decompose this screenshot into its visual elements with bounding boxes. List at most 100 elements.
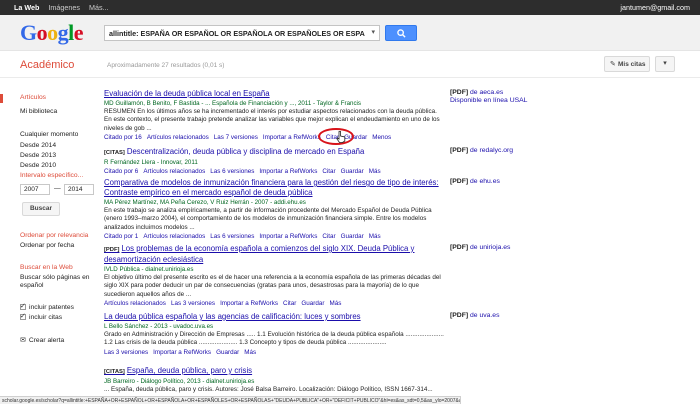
result-title[interactable]: Evaluación de la deuda pública local en … [104,89,444,99]
save-link[interactable]: Guardar [341,168,364,175]
refworks-link[interactable]: Importar a RefWorks [153,349,211,356]
more-link[interactable]: Más [369,233,381,240]
mis-citas-button[interactable]: ✎ Mis citas [604,56,650,72]
time-2014[interactable]: Desde 2014 [20,142,56,149]
cited-by-link[interactable]: Citado por 1 [104,233,138,240]
search-button[interactable] [385,25,417,41]
related-link[interactable]: Artículos relacionados [147,134,209,141]
result-authors: L Bello Sánchez - 2013 - uvadoc.uva.es [104,323,214,330]
versions-link[interactable]: Las 7 versiones [214,134,258,141]
refworks-link[interactable]: Importar a RefWorks [263,134,321,141]
side-full-text-link[interactable]: [PDF] de unirioja.es [450,244,510,251]
result-actions: Citado por 16 Artículos relacionados Las 7… [104,133,444,142]
result-stats: Aproximadamente 27 resultados (0,01 s) [107,62,225,69]
versions-link[interactable]: Las 3 versiones [171,300,215,307]
sort-date[interactable]: Ordenar por fecha [20,242,74,249]
result-actions: Citado por 1 Artículos relacionados Las 6 … [104,232,444,241]
save-link[interactable]: Guardar [341,233,364,240]
result-actions: Las 3 versiones Importar a RefWorks Guarda… [104,348,444,357]
result-snippet: El objetivo último del presente escrito … [104,274,441,298]
result-snippet: RESUMEN En los últimos años se ha increm… [104,108,440,132]
result-snippet: ... España, deuda pública, paro y crisis… [104,386,433,393]
related-link[interactable]: Artículos relacionados [143,168,205,175]
result-title[interactable]: [PDF] Los problemas de la economía españo… [104,244,444,265]
buscar-button[interactable]: Buscar [22,202,60,216]
refworks-link[interactable]: Importar a RefWorks [259,168,317,175]
less-link[interactable]: Menos [372,134,391,141]
versions-link[interactable]: Las 6 versiones [210,168,254,175]
search-spanish-only[interactable]: Buscar sólo páginas en [20,274,90,281]
sidebar-item-mi-biblioteca[interactable]: Mi biblioteca [20,108,57,115]
result-item: [PDF] Los problemas de la economía españo… [104,244,444,308]
top-nav: La Web Imágenes Más... [14,3,109,12]
side-full-text-link[interactable]: [PDF] de aeca.es Disponible en línea USAL [450,89,527,104]
result-title[interactable]: [CITAS] España, deuda pública, paro y cri… [104,366,444,377]
cited-by-link[interactable]: Citado por 6 [104,168,138,175]
result-item: Evaluación de la deuda pública local en … [104,89,444,142]
year-to-input[interactable]: 2014 [64,184,94,195]
more-link[interactable]: Más [369,168,381,175]
side-full-text-link[interactable]: [PDF] de redalyc.org [450,147,513,154]
result-item: Comparativa de modelos de inmunización f… [104,178,444,241]
more-link[interactable]: Más [329,300,341,307]
result-item: [CITAS] España, deuda pública, paro y cri… [104,366,444,394]
result-item: La deuda pública española y las agencias… [104,312,444,357]
envelope-icon: ✉ [20,337,26,344]
result-title[interactable]: Comparativa de modelos de inmunización f… [104,178,444,198]
cite-link[interactable]: Citar [283,300,296,307]
cited-by-link[interactable]: Citado por 16 [104,134,142,141]
save-link[interactable]: Guardar [216,349,239,356]
cite-link[interactable]: Citar [322,233,335,240]
versions-link[interactable]: Las 6 versiones [210,233,254,240]
side-full-text-link[interactable]: [PDF] de uva.es [450,312,500,319]
search-spanish-only-2[interactable]: español [20,282,43,289]
related-link[interactable]: Artículos relacionados [104,300,166,307]
settings-dropdown-button[interactable]: ▾ [655,56,675,72]
related-link[interactable]: Artículos relacionados [143,233,205,240]
create-alert[interactable]: ✉ Crear alerta [20,336,64,344]
library-link[interactable]: Disponible en línea USAL [450,97,527,104]
result-actions: Artículos relacionados Las 3 versiones Imp… [104,299,444,308]
cite-link[interactable]: Citar [322,168,335,175]
checkbox-icon [20,312,26,320]
result-item: [CITAS] Descentralización, deuda pública … [104,147,444,176]
search-web[interactable]: Buscar en la Web [20,264,73,271]
sort-relevance[interactable]: Ordenar por relevancia [20,232,88,239]
result-snippet: En este trabajo se analiza empíricamente… [104,207,432,231]
search-input[interactable]: allintitle: ESPAÑA OR ESPAÑOL OR ESPAÑOL… [104,25,380,41]
versions-link[interactable]: Las 3 versiones [104,349,148,356]
year-from-input[interactable]: 2007 [20,184,50,195]
nav-web[interactable]: La Web [14,3,39,12]
nav-more[interactable]: Más... [89,3,109,12]
include-citations-checkbox[interactable]: incluir citas [20,312,62,321]
result-snippet: Grado en Administración y Dirección de E… [104,331,444,347]
time-2013[interactable]: Desde 2013 [20,152,56,159]
sub-header: Académico Aproximadamente 27 resultados … [0,51,700,78]
include-patents-checkbox[interactable]: incluir patentes [20,302,74,311]
checkbox-icon [20,302,26,310]
more-link[interactable]: Más [244,349,256,356]
refworks-link[interactable]: Importar a RefWorks [220,300,278,307]
time-any[interactable]: Cualquier momento [20,131,78,138]
result-type-tag: [CITAS] [104,369,125,375]
section-title: Académico [20,59,75,71]
result-authors: R Fernández Llera - Innovar, 2011 [104,159,198,166]
active-indicator [0,94,3,103]
time-2010[interactable]: Desde 2010 [20,162,56,169]
nav-images[interactable]: Imágenes [48,3,80,12]
search-dropdown-icon[interactable]: ▾ [371,28,375,36]
year-separator: — [54,185,61,192]
save-link[interactable]: Guardar [301,300,324,307]
side-full-text-link[interactable]: [PDF] de ehu.es [450,178,500,185]
search-icon [397,29,406,38]
sidebar-item-articulos[interactable]: Artículos [20,94,46,101]
result-title[interactable]: La deuda pública española y las agencias… [104,312,444,322]
time-custom-range[interactable]: Intervalo específico... [20,172,83,179]
google-logo[interactable]: Google [20,20,84,46]
result-authors: MD Guillamón, B Benito, F Bastida - ... … [104,100,362,107]
pencil-icon: ✎ [610,61,616,68]
user-email[interactable]: jantumen@gmail.com [620,3,690,12]
refworks-link[interactable]: Importar a RefWorks [259,233,317,240]
result-actions: Citado por 6 Artículos relacionados Las 6 … [104,167,444,176]
top-bar: La Web Imágenes Más... jantumen@gmail.co… [0,0,700,15]
